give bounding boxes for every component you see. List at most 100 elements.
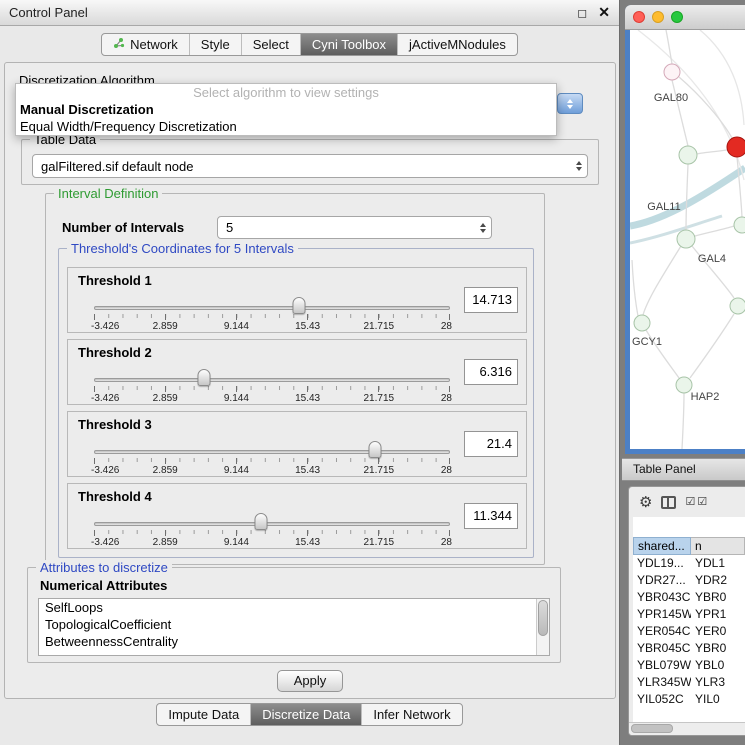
settings-gear-icon[interactable]: ⚙	[639, 495, 652, 510]
network-edge[interactable]	[666, 30, 672, 64]
slider-track[interactable]	[94, 450, 450, 454]
network-edge[interactable]	[700, 30, 744, 125]
slider-track[interactable]	[94, 378, 450, 382]
network-canvas[interactable]: GAL80 GAL11 GAL4 GCY1 HAP2	[630, 30, 745, 449]
tab-jactivemnodules[interactable]: jActiveMNodules	[397, 34, 517, 55]
threshold-slider[interactable]: -3.426 2.859 9.144 15.43 21.715 28	[94, 512, 450, 548]
threshold-value-field[interactable]: 11.344	[464, 503, 518, 529]
numerical-attributes-heading: Numerical Attributes	[40, 578, 167, 593]
tab-select[interactable]: Select	[241, 34, 300, 55]
table-horizontal-scrollbar[interactable]	[629, 722, 745, 735]
table-row[interactable]: YBR043C YBR0	[633, 589, 745, 606]
algorithm-combo-button[interactable]	[557, 93, 583, 114]
threshold-slider[interactable]: -3.426 2.859 9.144 15.43 21.715 28	[94, 368, 450, 404]
network-edge[interactable]	[697, 150, 727, 154]
network-edge[interactable]	[682, 393, 684, 449]
scale-label: 21.715	[364, 321, 395, 332]
slider-thumb[interactable]	[369, 441, 382, 458]
threshold-value-field[interactable]: 14.713	[464, 287, 518, 313]
table-panel-titlebar[interactable]: Table Panel	[622, 458, 745, 481]
table-row[interactable]: YBL079W YBL0	[633, 657, 745, 674]
tab-label: Discretize Data	[262, 704, 350, 725]
list-scrollbar-thumb[interactable]	[538, 600, 548, 636]
table-row[interactable]: YPR145W YPR1	[633, 606, 745, 623]
scale-label: 28	[441, 537, 452, 548]
network-window-titlebar[interactable]	[625, 5, 745, 30]
table-cell: YBR045C	[633, 640, 691, 657]
slider-major-ticks	[94, 386, 450, 392]
table-row[interactable]: YIL052C YIL0	[633, 691, 745, 708]
network-edge[interactable]	[643, 246, 681, 315]
zoom-traffic-light[interactable]	[671, 11, 683, 23]
network-edge[interactable]	[672, 80, 688, 146]
threshold-label: Threshold 3	[78, 417, 152, 432]
threshold-slider[interactable]: -3.426 2.859 9.144 15.43 21.715 28	[94, 440, 450, 476]
table-row[interactable]: YLR345W YLR3	[633, 674, 745, 691]
network-node[interactable]	[634, 315, 650, 331]
network-edge[interactable]	[686, 164, 688, 230]
column-header-shared-name[interactable]: shared...	[633, 537, 691, 555]
network-view-window: GAL80 GAL11 GAL4 GCY1 HAP2	[625, 5, 745, 454]
slider-thumb[interactable]	[293, 297, 306, 314]
stepper-up-icon	[576, 161, 582, 165]
tab-discretize-data[interactable]: Discretize Data	[250, 704, 361, 725]
numerical-attributes-list[interactable]: SelfLoops TopologicalCoefficient Between…	[38, 598, 550, 656]
apply-button[interactable]: Apply	[277, 670, 343, 692]
slider-major-ticks	[94, 530, 450, 536]
scale-label: 28	[441, 393, 452, 404]
network-node[interactable]	[664, 64, 680, 80]
threshold-slider[interactable]: -3.426 2.859 9.144 15.43 21.715 28	[94, 296, 450, 332]
network-node-selected[interactable]	[727, 137, 745, 157]
slider-thumb[interactable]	[255, 513, 268, 530]
slider-track[interactable]	[94, 522, 450, 526]
threshold-value-field[interactable]: 21.4	[464, 431, 518, 457]
window-title: Control Panel	[9, 5, 88, 20]
column-header-name[interactable]: n	[691, 537, 745, 555]
tab-infer-network[interactable]: Infer Network	[361, 704, 461, 725]
tab-impute-data[interactable]: Impute Data	[157, 704, 250, 725]
tab-cyni-toolbox[interactable]: Cyni Toolbox	[300, 34, 397, 55]
tab-style[interactable]: Style	[189, 34, 241, 55]
list-item[interactable]: SelfLoops	[39, 599, 549, 616]
network-edge[interactable]	[632, 260, 638, 316]
checkbox-checked-icon[interactable]: ☑	[685, 497, 695, 508]
number-of-intervals-combo[interactable]: 5	[217, 216, 492, 239]
slider-thumb[interactable]	[198, 369, 211, 386]
network-node[interactable]	[676, 377, 692, 393]
table-row[interactable]: YDL19... YDL1	[633, 555, 745, 572]
close-traffic-light[interactable]	[633, 11, 645, 23]
table-row[interactable]: YDR27... YDR2	[633, 572, 745, 589]
list-item[interactable]: BetweennessCentrality	[39, 633, 549, 650]
minimize-traffic-light[interactable]	[652, 11, 664, 23]
checkbox-checked-icon[interactable]: ☑	[697, 497, 707, 508]
network-node[interactable]	[734, 217, 745, 233]
network-edge[interactable]	[695, 226, 734, 236]
table-row[interactable]: YBR045C YBR0	[633, 640, 745, 657]
selection-mode-icons[interactable]: ☑ ☑	[685, 497, 707, 508]
table-scrollbar-thumb[interactable]	[631, 724, 673, 733]
slider-track[interactable]	[94, 306, 450, 310]
node-label-gal11: GAL11	[647, 201, 680, 213]
network-edge[interactable]	[679, 77, 732, 138]
table-cell: YBR0	[691, 589, 745, 606]
network-edge[interactable]	[690, 314, 734, 378]
scale-label: 2.859	[153, 321, 178, 332]
network-node[interactable]	[730, 298, 745, 314]
network-node[interactable]	[679, 146, 697, 164]
float-window-icon[interactable]: ◻	[577, 6, 587, 20]
control-panel-titlebar[interactable]: Control Panel ◻ ✕	[0, 0, 619, 26]
network-node[interactable]	[677, 230, 695, 248]
node-label-gcy1: GCY1	[632, 336, 662, 348]
combo-up-arrow-icon	[567, 99, 573, 103]
popup-option-equal-width-frequency[interactable]: Equal Width/Frequency Discretization	[16, 118, 556, 135]
table-data-combo[interactable]: galFiltered.sif default node	[32, 154, 588, 178]
network-edge[interactable]	[737, 157, 742, 217]
threshold-value-field[interactable]: 6.316	[464, 359, 518, 385]
table-row[interactable]: YER054C YER0	[633, 623, 745, 640]
popup-option-manual-discretization[interactable]: Manual Discretization	[16, 101, 556, 118]
list-item[interactable]: TopologicalCoefficient	[39, 616, 549, 633]
list-scrollbar[interactable]	[536, 599, 549, 655]
close-window-icon[interactable]: ✕	[598, 4, 610, 21]
column-selector-icon[interactable]	[661, 496, 676, 509]
tab-network[interactable]: Network	[102, 34, 189, 55]
